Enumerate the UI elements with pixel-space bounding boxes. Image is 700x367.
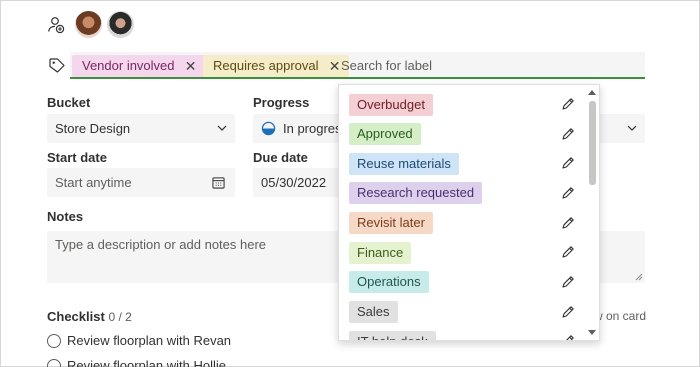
add-person-icon[interactable] (47, 16, 65, 34)
remove-label-icon[interactable]: ✕ (185, 55, 197, 77)
label-menu-item-text[interactable]: Reuse materials (349, 153, 459, 175)
label-menu-scrollbar[interactable] (586, 87, 598, 340)
calendar-icon[interactable] (212, 176, 225, 189)
scrollbar-thumb[interactable] (589, 101, 596, 185)
checklist-title: Checklist 0 / 2 (47, 309, 132, 324)
pencil-icon[interactable] (561, 334, 575, 341)
checklist-item-checkbox[interactable] (47, 359, 61, 367)
show-on-card-toggle[interactable]: w on card (594, 309, 646, 323)
checklist-item: Review floorplan with Hollie (47, 358, 226, 367)
due-date-value: 05/30/2022 (261, 175, 327, 190)
pencil-icon[interactable] (561, 186, 575, 200)
due-date-label: Due date (253, 150, 308, 165)
label-menu-item[interactable]: Approved (349, 123, 421, 145)
label-menu-item-text[interactable]: IT help desk (349, 331, 436, 340)
label-menu-item-text[interactable]: Sales (349, 301, 398, 323)
progress-value: In progres (283, 121, 342, 136)
label-chip-requires-approval: Requires approval ✕ (203, 55, 349, 77)
pencil-icon[interactable] (561, 305, 575, 319)
label-menu-item[interactable]: Overbudget (349, 94, 433, 116)
label-menu-item[interactable]: Research requested (349, 182, 483, 204)
label-menu-item-text[interactable]: Operations (349, 271, 429, 293)
remove-label-icon[interactable]: ✕ (329, 55, 341, 77)
label-menu-item-text[interactable]: Approved (349, 123, 421, 145)
label-menu-item-text[interactable]: Overbudget (349, 94, 433, 116)
avatar[interactable] (107, 11, 134, 38)
label-menu-item[interactable]: Reuse materials (349, 153, 459, 175)
progress-label: Progress (253, 95, 310, 110)
label-menu-item[interactable]: Finance (349, 242, 412, 264)
label-chip-vendor-involved: Vendor involved ✕ (72, 55, 205, 77)
start-date-field[interactable]: Start anytime (47, 168, 235, 197)
tag-icon (49, 58, 65, 73)
pencil-icon[interactable] (561, 97, 575, 111)
start-date-placeholder: Start anytime (55, 175, 132, 190)
label-menu-item[interactable]: Sales (349, 301, 398, 323)
label-chip-text: Vendor involved (82, 58, 175, 73)
checklist-item: Review floorplan with Revan (47, 333, 231, 348)
pencil-icon[interactable] (561, 245, 575, 259)
bucket-value: Store Design (55, 121, 131, 136)
due-date-field[interactable]: 05/30/2022 (253, 168, 343, 197)
label-menu-popup: Overbudget Approved Reuse materials Rese… (338, 84, 600, 341)
notes-placeholder: Type a description or add notes here (55, 237, 267, 252)
chevron-down-icon (627, 125, 637, 131)
pencil-icon[interactable] (561, 127, 575, 141)
avatar[interactable] (75, 11, 102, 38)
label-menu-item[interactable]: Operations (349, 271, 429, 293)
chevron-down-icon (217, 125, 227, 131)
label-search-input[interactable] (341, 52, 591, 79)
checklist-item-checkbox[interactable] (47, 334, 61, 348)
pencil-icon[interactable] (561, 156, 575, 170)
label-menu-item-text[interactable]: Finance (349, 242, 412, 264)
pencil-icon[interactable] (561, 275, 575, 289)
label-menu-item[interactable]: Revisit later (349, 212, 433, 234)
label-menu-item-text[interactable]: Research requested (349, 182, 483, 204)
checklist-item-text[interactable]: Review floorplan with Hollie (67, 358, 226, 367)
checklist-count: 0 / 2 (108, 310, 132, 324)
label-menu-item-text[interactable]: Revisit later (349, 212, 433, 234)
checklist-label: Checklist (47, 309, 105, 324)
label-chip-text: Requires approval (213, 58, 319, 73)
resize-handle-icon[interactable] (635, 273, 643, 281)
start-date-label: Start date (47, 150, 107, 165)
bucket-dropdown[interactable]: Store Design (47, 114, 235, 143)
label-picker[interactable]: Vendor involved ✕ Requires approval ✕ (70, 52, 645, 79)
label-menu-item[interactable]: IT help desk (349, 331, 436, 340)
half-circle-progress-icon (261, 121, 276, 136)
checklist-item-text[interactable]: Review floorplan with Revan (67, 333, 231, 348)
scroll-up-arrow-icon[interactable] (588, 90, 596, 95)
notes-label: Notes (47, 209, 84, 224)
pencil-icon[interactable] (561, 216, 575, 230)
scroll-down-arrow-icon[interactable] (588, 330, 596, 335)
bucket-label: Bucket (47, 95, 91, 110)
